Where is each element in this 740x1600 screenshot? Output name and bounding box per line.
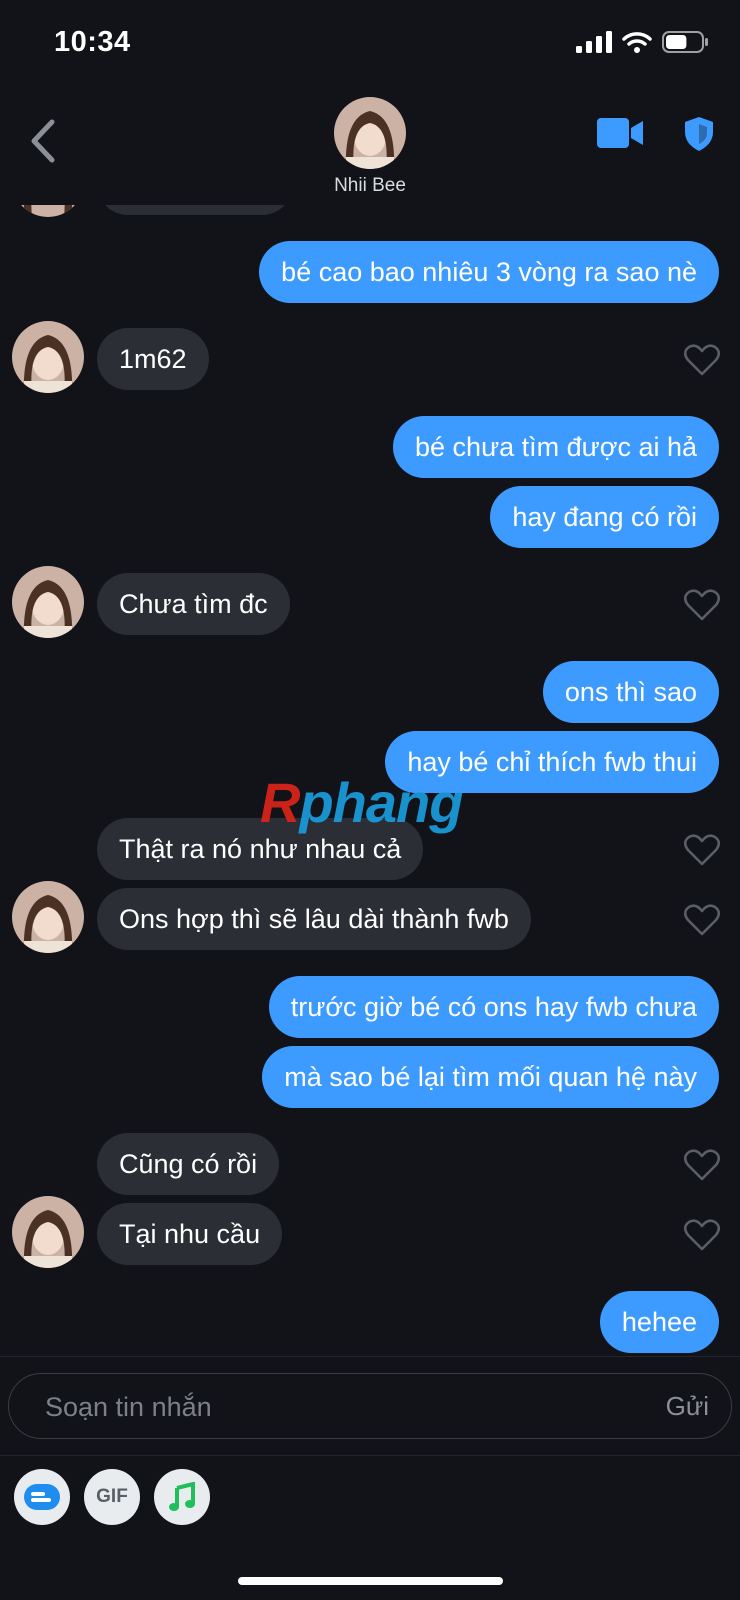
watermark-logo: Rphang bbox=[260, 771, 463, 834]
gif-label: GIF bbox=[96, 1486, 128, 1507]
message-input[interactable] bbox=[43, 1386, 607, 1428]
music-icon bbox=[169, 1482, 195, 1511]
back-chevron-icon[interactable] bbox=[24, 114, 64, 168]
shield-icon[interactable] bbox=[683, 116, 715, 152]
home-indicator bbox=[238, 1577, 503, 1585]
battery-icon bbox=[662, 31, 708, 53]
message-bubble[interactable]: bé chưa tìm được ai hả bbox=[393, 416, 719, 478]
send-button[interactable]: Gửi bbox=[666, 1391, 709, 1422]
divider bbox=[0, 1455, 740, 1456]
message-list[interactable]: bé cao bao nhiêu 3 vòng ra sao nè 1m62 b… bbox=[0, 205, 740, 1358]
heart-icon[interactable] bbox=[684, 589, 720, 621]
message-bubble[interactable]: Ons hợp thì sẽ lâu dài thành fwb bbox=[97, 888, 531, 950]
system-icons bbox=[576, 30, 710, 54]
contact-name[interactable]: Nhii Bee bbox=[0, 175, 740, 197]
message-bubble[interactable]: hehee bbox=[599, 1291, 719, 1353]
status-time: 10:34 bbox=[54, 26, 131, 58]
message-avatar bbox=[12, 205, 84, 217]
message-avatar bbox=[12, 1196, 84, 1268]
message-bubble[interactable]: bé cao bao nhiêu 3 vòng ra sao nè bbox=[259, 241, 719, 303]
signal-icon bbox=[576, 31, 612, 53]
heart-icon[interactable] bbox=[684, 904, 720, 936]
music-button[interactable] bbox=[154, 1469, 210, 1525]
message-bubble[interactable]: ons thì sao bbox=[542, 661, 719, 723]
wifi-icon bbox=[622, 32, 652, 53]
message-bubble[interactable]: trước giờ bé có ons hay fwb chưa bbox=[268, 976, 719, 1038]
gif-button[interactable]: GIF bbox=[84, 1469, 140, 1525]
contact-avatar[interactable] bbox=[334, 97, 406, 169]
message-avatar bbox=[12, 321, 84, 393]
message-bubble[interactable]: Cũng có rồi bbox=[97, 1133, 280, 1195]
heart-icon[interactable] bbox=[684, 1149, 720, 1181]
message-bubble[interactable]: mà sao bé lại tìm mối quan hệ này bbox=[262, 1046, 719, 1108]
heart-icon[interactable] bbox=[684, 344, 720, 376]
message-bubble[interactable]: hay đang có rồi bbox=[490, 486, 719, 548]
video-call-icon[interactable] bbox=[597, 118, 645, 148]
message-composer: Gửi bbox=[8, 1373, 732, 1439]
message-avatar bbox=[12, 566, 84, 638]
sticker-icon bbox=[24, 1484, 60, 1510]
sticker-button[interactable] bbox=[14, 1469, 70, 1525]
divider bbox=[0, 1356, 740, 1357]
message-bubble[interactable]: Tại nhu cầu bbox=[97, 1203, 283, 1265]
message-bubble[interactable]: Chưa tìm đc bbox=[97, 573, 290, 635]
message-avatar bbox=[12, 881, 84, 953]
message-bubble[interactable]: 1m62 bbox=[97, 328, 209, 390]
partial-message-bubble bbox=[97, 205, 293, 215]
heart-icon[interactable] bbox=[684, 1219, 720, 1251]
chat-header: Nhii Bee bbox=[0, 80, 740, 205]
heart-icon[interactable] bbox=[684, 834, 720, 866]
status-bar: 10:34 bbox=[0, 0, 740, 80]
